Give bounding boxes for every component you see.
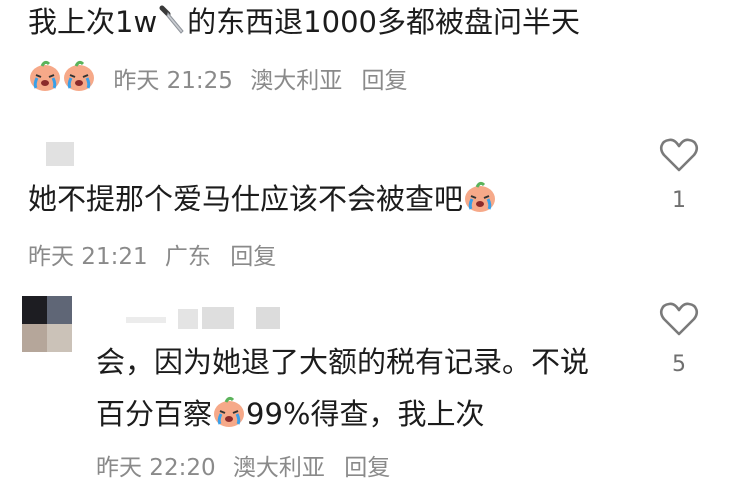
comment-3-reply-button[interactable]: 回复	[344, 455, 390, 481]
crying-emoji-icon	[28, 60, 62, 92]
comment-2-meta: 昨天 21:21 广东 回复	[28, 237, 276, 271]
comment-3-time: 昨天 22:20	[96, 455, 216, 481]
crying-emoji-icon	[463, 181, 497, 213]
username-blurred[interactable]	[118, 307, 318, 329]
username-blurred[interactable]	[46, 142, 74, 166]
comment-3-line-2-after: 99%得查，我上次	[246, 397, 485, 431]
comment-3-line-1: 会，因为她退了大额的税有记录。不说	[96, 345, 590, 379]
comment-3-line-2: 百分百察 99%得查，我上次	[96, 396, 484, 432]
comment-2-like-count: 1	[672, 188, 686, 213]
comment-1-text-before: 我上次1w	[28, 5, 158, 39]
comment-3-location: 澳大利亚	[232, 455, 325, 481]
comment-1-time: 昨天 21:25	[113, 68, 233, 94]
crying-emoji-icon	[62, 60, 96, 92]
avatar[interactable]	[22, 296, 72, 352]
comment-2-text-body: 她不提那个爱马仕应该不会被查吧	[28, 182, 464, 216]
comment-2-text: 她不提那个爱马仕应该不会被查吧	[28, 181, 497, 217]
comment-1-text: 我上次1w 的东西退1000多都被盘问半天	[28, 4, 580, 40]
comment-1-meta: 昨天 21:25 澳大利亚 回复	[28, 60, 408, 95]
knife-icon	[157, 4, 187, 36]
comment-2-time: 昨天 21:21	[28, 244, 148, 270]
heart-icon[interactable]	[659, 137, 699, 173]
comment-2-reply-button[interactable]: 回复	[230, 244, 276, 270]
comment-1-reply-button[interactable]: 回复	[362, 68, 408, 94]
comment-3-meta: 昨天 22:20 澳大利亚 回复	[96, 448, 390, 482]
crying-emoji-icon	[212, 396, 246, 428]
comment-3-line-2-before: 百分百察	[96, 397, 213, 431]
comment-2-location: 广东	[164, 244, 211, 270]
heart-icon[interactable]	[659, 301, 699, 337]
comment-1-location: 澳大利亚	[250, 68, 343, 94]
comment-3-like-count: 5	[672, 352, 686, 377]
comment-1-text-after: 的东西退1000多都被盘问半天	[187, 5, 580, 39]
